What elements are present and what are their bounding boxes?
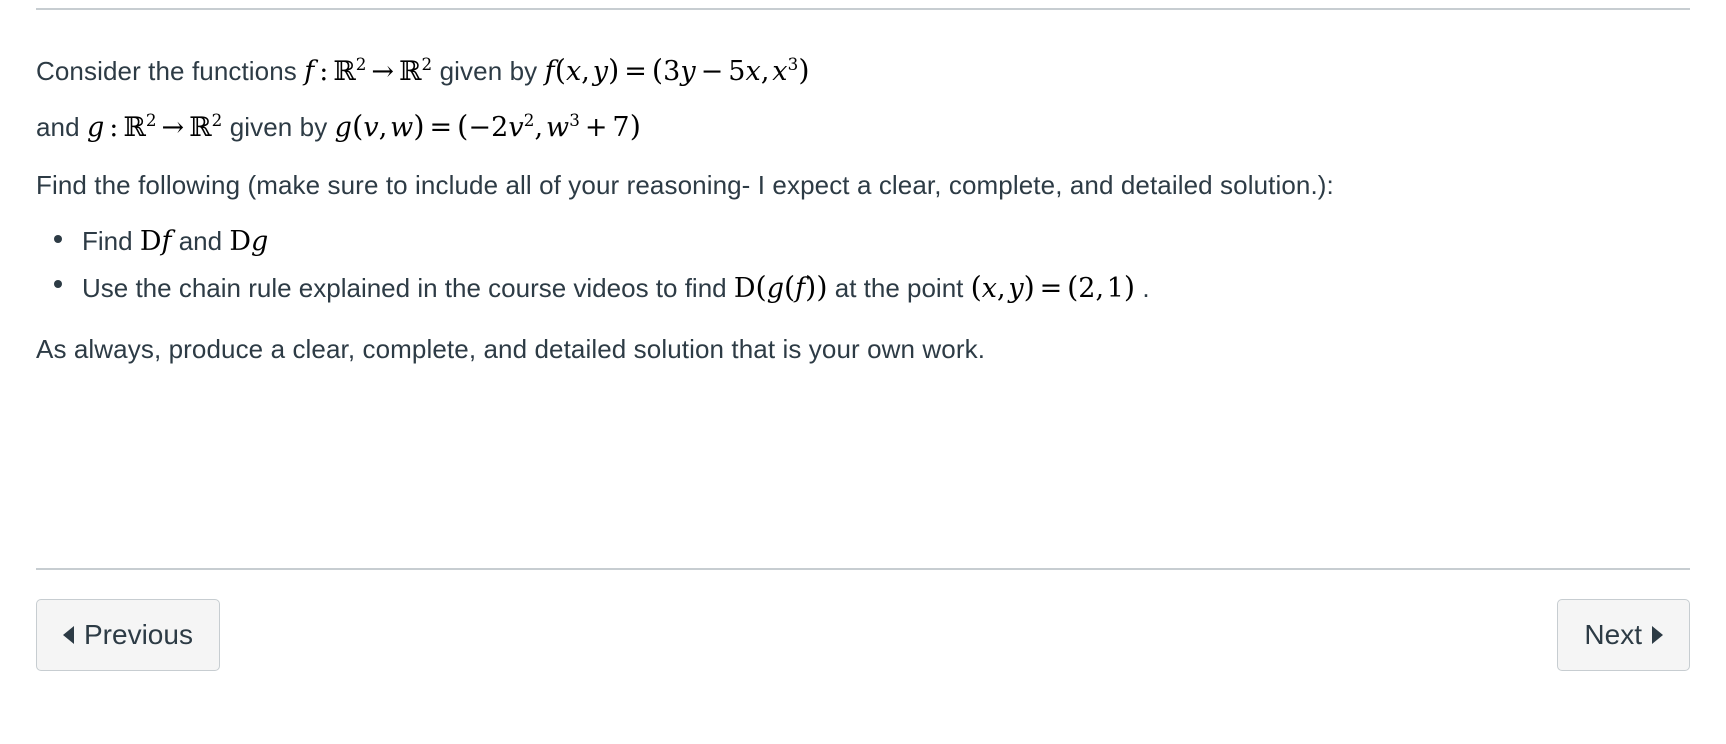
statement-line-1-mid: given by (439, 56, 538, 86)
statement-line-1: Consider the functions f: ℝ2 → ℝ2 given by … (36, 52, 1690, 90)
math-point: (x, y) = (2, 1) (970, 270, 1136, 305)
divider-bottom (36, 568, 1690, 570)
bullet-2-text-between: at the point (834, 273, 964, 304)
bullet-2-text-before: Use the chain rule explained in the cour… (82, 273, 727, 304)
previous-button-label: Previous (84, 619, 193, 650)
triangle-left-icon (63, 626, 74, 644)
statement-line-2-prefix: and (36, 111, 80, 142)
next-button-label: Next (1584, 619, 1642, 650)
bullet-icon (54, 235, 62, 244)
math-g-definition: g(v, w) = (−2v2, w3 +7) (334, 108, 641, 143)
list-item: Find Df and Dg (54, 222, 1690, 263)
math-Dgf: D(g(f)) (733, 270, 828, 305)
list-item: Use the chain rule explained in the cour… (54, 266, 1690, 310)
math-Df: Df (139, 225, 172, 257)
statement-line-2-mid: given by (229, 111, 328, 142)
statement-line-1-prefix: Consider the functions (36, 56, 297, 86)
assignment-page: Consider the functions f: ℝ2 → ℝ2 given by … (0, 0, 1726, 744)
divider-top (36, 8, 1690, 10)
statement-line-2: and g: ℝ2 → ℝ2 given by g(v, w) = (−2v2, w3 +7… (36, 108, 1690, 146)
math-f-mapping: f: ℝ2 → ℝ2 (304, 54, 433, 87)
bullet-icon (54, 279, 62, 288)
bullet-1-text-between: and (178, 225, 223, 256)
math-g-mapping: g: ℝ2 → ℝ2 (87, 109, 223, 143)
bullet-2-text-after: . (1142, 273, 1150, 304)
assignment-description: Consider the functions f: ℝ2 → ℝ2 given by … (36, 52, 1690, 382)
module-navigation: Previous Next (36, 599, 1690, 673)
next-button[interactable]: Next (1557, 599, 1690, 671)
math-Dg: Dg (229, 225, 269, 257)
closing-text: As always, produce a clear, complete, an… (36, 333, 986, 364)
task-list: Find Df and Dg Use the chain rule explai… (36, 222, 1690, 310)
bullet-1-text-before: Find (82, 225, 133, 256)
previous-button[interactable]: Previous (36, 599, 220, 671)
triangle-right-icon (1652, 626, 1663, 644)
instructions-text: Find the following (make sure to include… (36, 169, 1334, 200)
math-f-definition: f(x, y) = (3y −5x, x3) (544, 53, 810, 87)
